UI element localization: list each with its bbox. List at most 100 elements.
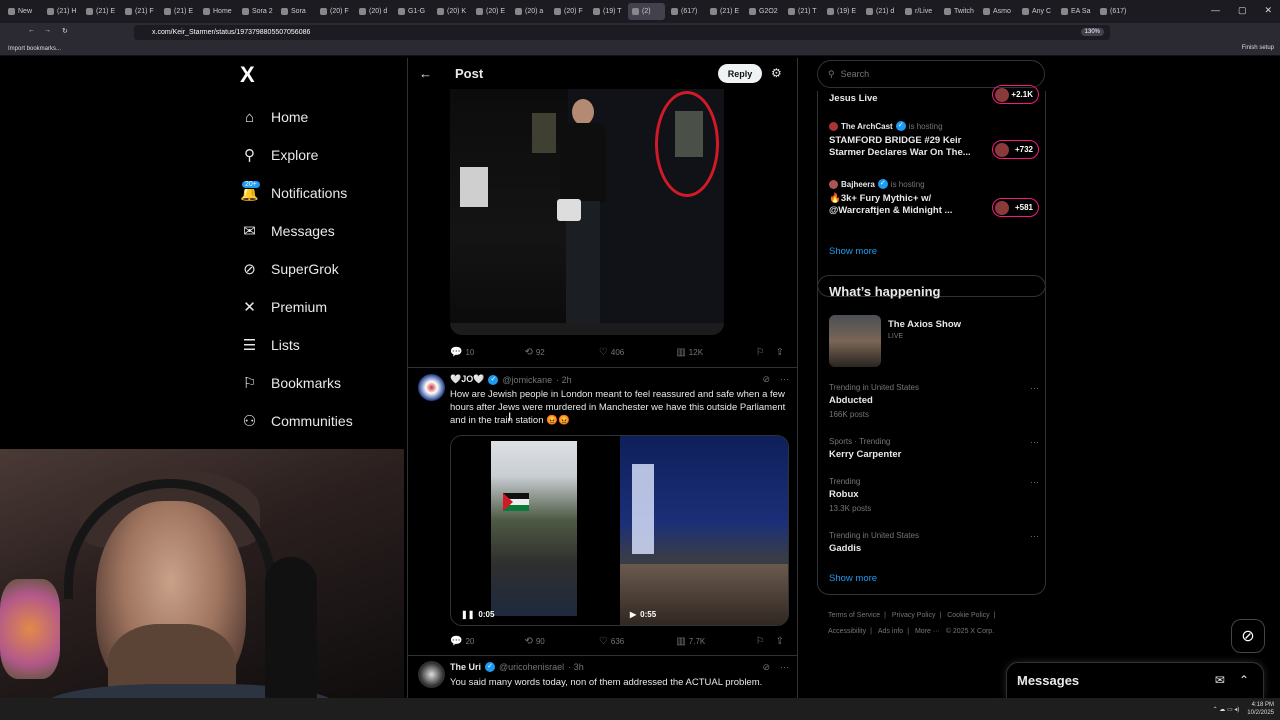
- happening-show-more[interactable]: Show more: [829, 568, 1039, 586]
- live-item[interactable]: Bajheera ✓ is hosting 🔥3k+ Fury Mythic+ w/…: [829, 179, 1039, 217]
- expand-icon[interactable]: ⌃: [1239, 673, 1249, 687]
- grok-button[interactable]: ⊘: [1231, 619, 1265, 653]
- sidebar-item-messages[interactable]: ✉ Messages: [232, 212, 402, 250]
- browser-tab[interactable]: (21) E: [706, 3, 743, 20]
- more-icon[interactable]: ···: [780, 662, 789, 673]
- more-icon[interactable]: ···: [780, 374, 789, 385]
- browser-tab[interactable]: Sora 2: [238, 3, 275, 20]
- like-action[interactable]: ♡ 636: [599, 636, 676, 647]
- trend-item[interactable]: Sports · Trending Kerry Carpenter ···: [829, 437, 1039, 460]
- author-name[interactable]: 🤍JO🤍: [450, 374, 484, 385]
- video-1[interactable]: ❚❚ 0:05: [451, 436, 618, 625]
- browser-tab[interactable]: (20) E: [472, 3, 509, 20]
- browser-tab[interactable]: (20) F: [550, 3, 587, 20]
- footer-link[interactable]: More ···: [915, 628, 940, 635]
- live-listener-pill[interactable]: +2.1K: [992, 85, 1039, 104]
- sidebar-item-premium[interactable]: ✕ Premium: [232, 288, 402, 326]
- browser-tab[interactable]: (21) T: [784, 3, 821, 20]
- browser-tab[interactable]: Twitch: [940, 3, 977, 20]
- like-action[interactable]: ♡ 406: [599, 347, 676, 358]
- browser-tab[interactable]: (21) E: [160, 3, 197, 20]
- more-icon[interactable]: ···: [1030, 477, 1039, 487]
- sidebar-item-communities[interactable]: ⚇ Communities: [232, 402, 402, 440]
- bookmark-action[interactable]: ⚐: [756, 636, 776, 647]
- footer-link[interactable]: Cookie Policy: [947, 612, 989, 619]
- tweet-image[interactable]: [450, 89, 724, 335]
- maximize-icon[interactable]: ▢: [1238, 5, 1247, 16]
- browser-tab[interactable]: Asmo: [979, 3, 1016, 20]
- browser-tab[interactable]: Any C: [1018, 3, 1055, 20]
- reply-button[interactable]: Reply: [718, 64, 762, 83]
- messages-drawer[interactable]: Messages ✉ ⌃: [1006, 662, 1264, 698]
- browser-tab[interactable]: Home: [199, 3, 236, 20]
- sidebar-item-lists[interactable]: ☰ Lists: [232, 326, 402, 364]
- browser-tab[interactable]: (20) a: [511, 3, 548, 20]
- live-show-more[interactable]: Show more: [829, 241, 1039, 259]
- system-clock[interactable]: 4:18 PM 10/2/2025: [1247, 701, 1274, 717]
- show-more-link[interactable]: Show more: [829, 573, 877, 584]
- browser-tab[interactable]: G1-G: [394, 3, 431, 20]
- address-bar[interactable]: x.com/Keir_Starmer/status/19737988055070…: [134, 25, 1110, 40]
- live-item[interactable]: The ArchCast ✓ is hosting STAMFORD BRIDGE …: [829, 121, 1039, 159]
- browser-tab[interactable]: (20) d: [355, 3, 392, 20]
- browser-tab[interactable]: (617): [1096, 3, 1133, 20]
- live-item[interactable]: Jesus Live +2.1K: [829, 85, 1039, 105]
- grok-icon[interactable]: ⊘: [762, 662, 770, 673]
- close-icon[interactable]: ✕: [1264, 5, 1272, 16]
- reload-icon[interactable]: ↻: [62, 27, 68, 35]
- bookmark-action[interactable]: ⚐: [756, 347, 776, 358]
- browser-tab[interactable]: (21) d: [862, 3, 899, 20]
- back-arrow-icon[interactable]: ←: [419, 66, 435, 81]
- repost-action[interactable]: ⟲ 92: [524, 347, 598, 358]
- browser-tab[interactable]: (19) T: [589, 3, 626, 20]
- browser-tab[interactable]: EA Sa: [1057, 3, 1094, 20]
- share-action[interactable]: ⇪: [776, 636, 784, 647]
- new-message-icon[interactable]: ✉: [1215, 673, 1225, 687]
- more-icon[interactable]: ···: [1030, 383, 1039, 393]
- zoom-level[interactable]: 130%: [1080, 28, 1104, 36]
- avatar[interactable]: [418, 374, 445, 401]
- browser-tab[interactable]: (21) E: [82, 3, 119, 20]
- browser-tab[interactable]: r/Live: [901, 3, 938, 20]
- share-action[interactable]: ⇪: [776, 347, 784, 358]
- footer-link[interactable]: Accessibility: [828, 628, 866, 635]
- more-icon[interactable]: ···: [1030, 437, 1039, 447]
- finish-setup-link[interactable]: Finish setup: [1242, 45, 1274, 51]
- browser-tab[interactable]: (20) K: [433, 3, 470, 20]
- browser-tab[interactable]: (21) H: [43, 3, 80, 20]
- minimize-icon[interactable]: —: [1211, 5, 1220, 16]
- author-handle[interactable]: @jomickane: [502, 375, 552, 385]
- show-more-link[interactable]: Show more: [829, 246, 877, 257]
- tray-icons[interactable]: ⌃ ☁ ▭ ◂): [1213, 706, 1240, 713]
- x-logo-icon[interactable]: X: [240, 62, 402, 98]
- avatar[interactable]: [418, 661, 445, 688]
- browser-tab[interactable]: New: [4, 3, 41, 20]
- reply-action[interactable]: 💬 10: [450, 347, 524, 358]
- import-bookmarks-link[interactable]: Import bookmarks...: [8, 46, 61, 52]
- sidebar-item-supergrok[interactable]: ⊘ SuperGrok: [232, 250, 402, 288]
- footer-link[interactable]: Terms of Service: [828, 612, 880, 619]
- back-icon[interactable]: ←: [28, 27, 35, 34]
- reply-action[interactable]: 💬 20: [450, 636, 524, 647]
- browser-tab[interactable]: (20) F: [316, 3, 353, 20]
- browser-tab[interactable]: Sora: [277, 3, 314, 20]
- browser-tab[interactable]: G2O2: [745, 3, 782, 20]
- author-handle[interactable]: @uricohenisrael: [499, 662, 564, 672]
- grok-icon[interactable]: ⊘: [762, 374, 770, 385]
- sidebar-item-bookmarks[interactable]: ⚐ Bookmarks: [232, 364, 402, 402]
- sidebar-item-notifications[interactable]: 🔔 20+ Notifications: [232, 174, 402, 212]
- live-listener-pill[interactable]: +732: [992, 140, 1039, 159]
- search-box[interactable]: ⚲ Search: [817, 60, 1045, 88]
- pause-icon[interactable]: ❚❚: [461, 610, 474, 619]
- browser-tab[interactable]: (21) F: [121, 3, 158, 20]
- trend-item[interactable]: Trending Robux 13.3K posts ···: [829, 477, 1039, 513]
- play-icon[interactable]: ▶: [630, 610, 636, 619]
- live-event[interactable]: The Axios Show LIVE: [829, 315, 1039, 367]
- views-action[interactable]: ▥ 12K: [676, 347, 755, 358]
- footer-link[interactable]: Privacy Policy: [892, 612, 936, 619]
- sidebar-item-explore[interactable]: ⚲ Explore: [232, 136, 402, 174]
- search-input[interactable]: Search: [841, 69, 870, 79]
- browser-tab[interactable]: (617): [667, 3, 704, 20]
- forward-icon[interactable]: →: [44, 27, 51, 34]
- browser-tab[interactable]: (19) E: [823, 3, 860, 20]
